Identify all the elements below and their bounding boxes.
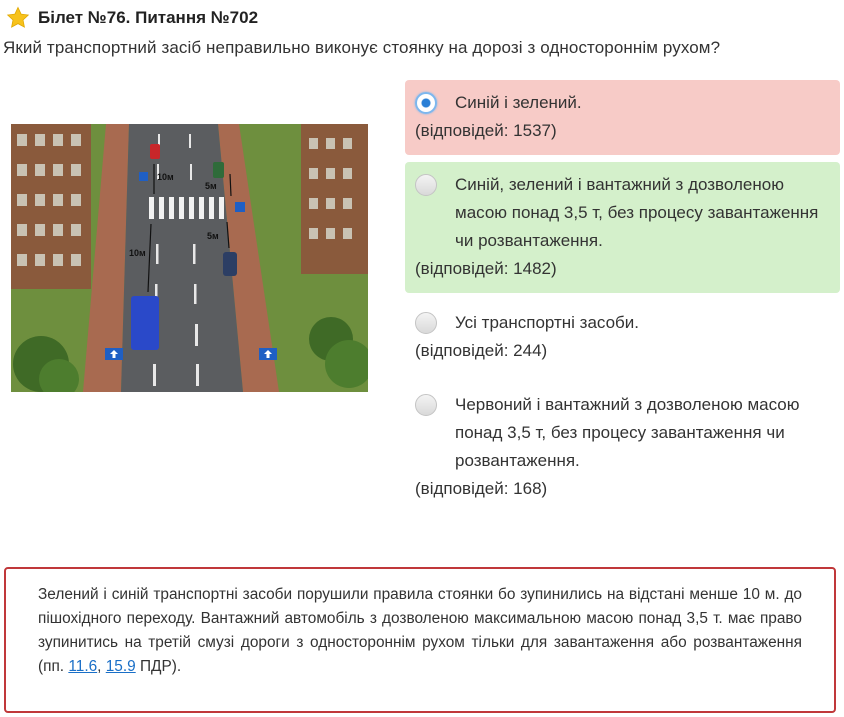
label-dist-right: 5м [207,231,219,241]
answer-text: Усі транспортні засоби. [455,313,640,332]
answer-option-4[interactable]: Червоний і вантажний з дозволеною масою … [405,382,840,513]
red-car [150,144,160,159]
answer-count: (відповідей: 168) [415,479,548,498]
answer-text: Червоний і вантажний з дозволеною масою … [455,395,800,470]
crosswalk-sign-left [139,172,148,181]
answer-option-1[interactable]: Синій і зелений. (відповідей: 1537) [405,80,840,155]
question-text: Який транспортний засіб неправильно вико… [3,38,721,57]
answer-option-2[interactable]: Синій, зелений і вантажний з дозволеною … [405,162,840,293]
answer-list: Синій і зелений. (відповідей: 1537) Сині… [405,80,840,520]
answer-text: Синій, зелений і вантажний з дозволеною … [455,175,819,250]
blue-truck [131,296,159,350]
question-header: Білет №76. Питання №702 [6,6,258,30]
explanation-tail: ПДР). [139,658,182,675]
green-car [213,162,224,178]
answer-count: (відповідей: 244) [415,341,548,360]
dark-blue-car [223,252,237,276]
rule-link-11-6[interactable]: 11.6 [68,658,97,675]
radio-icon[interactable] [415,174,437,196]
explanation-box: Зелений і синій транспортні засоби поруш… [4,567,836,713]
label-dist-top: 10м [157,172,174,182]
answer-count: (відповідей: 1482) [415,259,557,278]
radio-icon[interactable] [415,394,437,416]
label-dist-left: 10м [129,248,146,258]
star-icon[interactable] [6,6,30,30]
answer-text: Синій і зелений. [455,93,582,112]
crosswalk-sign-right [235,202,245,212]
page-title: Білет №76. Питання №702 [38,8,259,27]
radio-selected-icon[interactable] [415,92,437,114]
answer-count: (відповідей: 1537) [415,121,557,140]
radio-icon[interactable] [415,312,437,334]
explanation-separator: , [97,658,102,675]
label-dist-right-top: 5м [205,181,217,191]
answer-option-3[interactable]: Усі транспортні засоби. (відповідей: 244… [405,300,840,375]
road-scene-image: 10м 5м 5м 10м [11,124,368,392]
question-illustration: 10м 5м 5м 10м [11,124,368,392]
rule-link-15-9[interactable]: 15.9 [106,658,136,675]
